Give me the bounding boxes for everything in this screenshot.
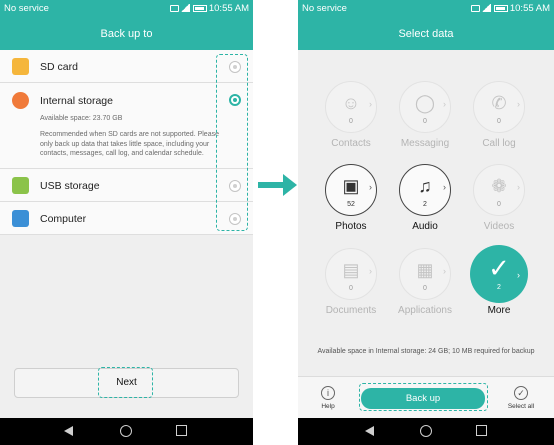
data-item-messaging[interactable]: ◯ › 0 Messaging — [385, 81, 465, 171]
item-label: Applications — [398, 305, 452, 316]
sd-card-icon — [12, 58, 29, 75]
data-item-audio[interactable]: ♫ › 2 Audio — [385, 164, 465, 254]
item-label: Photos — [335, 221, 367, 232]
next-highlight-box — [98, 367, 153, 398]
destination-label: USB storage — [40, 180, 100, 192]
chevron-right-icon: › — [517, 99, 520, 109]
data-item-videos[interactable]: ❁ › 0 Videos — [459, 164, 539, 254]
item-count: 52 — [347, 201, 355, 208]
chevron-right-icon: › — [443, 99, 446, 109]
item-count: 0 — [349, 285, 353, 292]
videos-icon: ❁ — [491, 176, 507, 196]
data-item-documents[interactable]: ▤ › 0 Documents — [311, 248, 391, 338]
chevron-right-icon: › — [443, 266, 446, 276]
wifi-icon — [179, 4, 190, 13]
recents-icon[interactable] — [476, 425, 487, 436]
help-label: Help — [321, 403, 335, 410]
item-label: Documents — [325, 305, 377, 316]
destination-label: Internal storage — [40, 95, 113, 107]
chevron-right-icon: › — [517, 270, 520, 280]
destination-label: SD card — [40, 61, 78, 73]
radio-highlight-box — [216, 54, 248, 231]
chevron-right-icon: › — [443, 182, 446, 192]
backup-highlight-box — [359, 383, 488, 411]
data-item-applications[interactable]: ▦ › 0 Applications — [385, 248, 465, 338]
home-icon[interactable] — [420, 425, 432, 437]
destination-label: Computer — [40, 213, 87, 225]
item-count: 2 — [497, 284, 501, 291]
chevron-right-icon: › — [369, 182, 372, 192]
recents-icon[interactable] — [176, 425, 187, 436]
wifi-icon — [480, 4, 491, 13]
back-icon[interactable] — [365, 426, 374, 436]
item-count: 0 — [423, 118, 427, 125]
call-log-icon: ✆ — [491, 93, 507, 113]
battery-icon — [192, 4, 207, 12]
item-count: 0 — [497, 201, 501, 208]
page-title: Select data — [298, 18, 554, 50]
available-space-text: Available space in Internal storage: 24 … — [317, 348, 535, 355]
available-space-text: Available space: 23.70 GB — [40, 115, 123, 122]
internal-storage-icon — [12, 92, 29, 109]
select-all-button[interactable]: ✓ Select all — [501, 386, 541, 410]
clock-text: 10:55 AM — [509, 3, 550, 14]
data-item-contacts[interactable]: ☺ › 0 Contacts — [311, 81, 391, 171]
computer-icon — [12, 210, 29, 227]
recommendation-text: Recommended when SD cards are not suppor… — [40, 131, 219, 157]
select-all-check-icon: ✓ — [514, 386, 528, 400]
select-data-screen: No service 10:55 AM Select data ☺ › 0 Co… — [298, 0, 554, 445]
audio-icon: ♫ — [418, 176, 432, 196]
data-item-more[interactable]: ✓ › 2 More — [459, 245, 539, 338]
carrier-text: No service — [4, 3, 49, 14]
applications-icon: ▦ — [416, 260, 434, 280]
help-button[interactable]: i Help — [308, 386, 348, 410]
chevron-right-icon: › — [369, 99, 372, 109]
data-item-call-log[interactable]: ✆ › 0 Call log — [459, 81, 539, 171]
item-label: Contacts — [331, 138, 371, 149]
navigation-bar — [298, 418, 554, 445]
data-item-photos[interactable]: ▣ › 52 Photos — [311, 164, 391, 254]
messaging-icon: ◯ — [414, 93, 436, 113]
nfc-icon — [169, 4, 179, 12]
flow-arrow-head — [283, 174, 297, 196]
usb-icon — [12, 177, 29, 194]
check-icon: ✓ — [488, 253, 510, 283]
back-icon[interactable] — [64, 426, 73, 436]
status-bar: No service 10:55 AM — [0, 0, 253, 18]
item-label: More — [487, 305, 511, 316]
page-title: Back up to — [0, 18, 253, 50]
backup-destination-screen: No service 10:55 AM Back up to SD card I… — [0, 0, 253, 445]
documents-icon: ▤ — [342, 260, 360, 280]
contacts-icon: ☺ — [341, 93, 361, 113]
select-all-label: Select all — [507, 403, 535, 410]
item-label: Call log — [482, 138, 516, 149]
photos-icon: ▣ — [342, 176, 360, 196]
status-bar: No service 10:55 AM — [298, 0, 554, 18]
item-label: Audio — [412, 221, 438, 232]
item-label: Messaging — [400, 138, 450, 149]
battery-icon — [493, 4, 508, 12]
item-count: 0 — [423, 285, 427, 292]
navigation-bar — [0, 418, 253, 445]
item-label: Videos — [483, 221, 515, 232]
clock-text: 10:55 AM — [208, 3, 249, 14]
item-count: 0 — [349, 118, 353, 125]
home-icon[interactable] — [120, 425, 132, 437]
item-count: 2 — [423, 201, 427, 208]
chevron-right-icon: › — [369, 266, 372, 276]
nfc-icon — [470, 4, 480, 12]
chevron-right-icon: › — [517, 182, 520, 192]
flow-arrow — [258, 182, 284, 188]
carrier-text: No service — [302, 3, 347, 14]
info-icon: i — [321, 386, 335, 400]
item-count: 0 — [497, 118, 501, 125]
